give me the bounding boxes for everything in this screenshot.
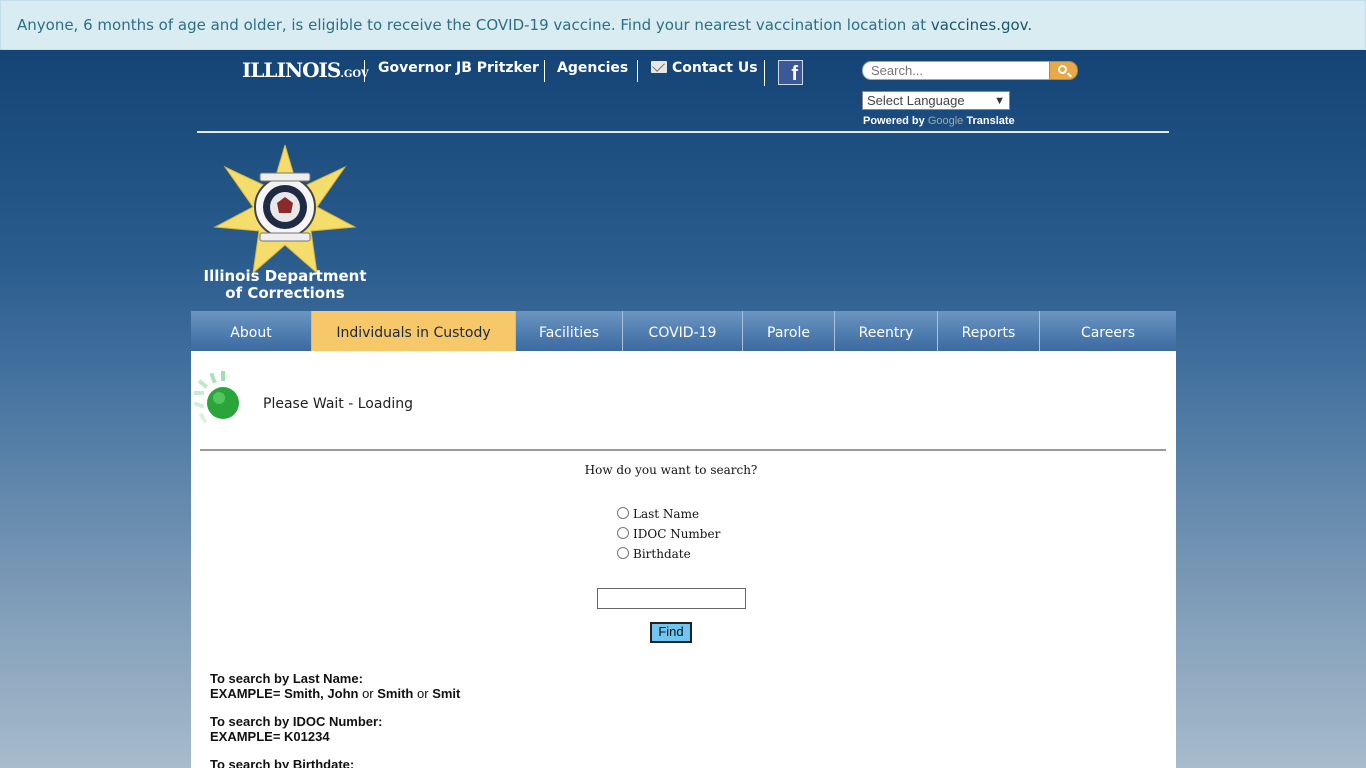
mail-icon bbox=[651, 61, 667, 73]
nav-facilities[interactable]: Facilities▼ bbox=[516, 311, 623, 361]
help-last-name: To search by Last Name: EXAMPLE= Smith, … bbox=[210, 671, 461, 701]
powered-by-google-translate: Powered by Google Translate bbox=[863, 115, 1015, 127]
alert-text: Anyone, 6 months of age and older, is el… bbox=[17, 16, 927, 34]
facebook-icon[interactable]: f bbox=[778, 60, 803, 85]
illinois-gov-logo[interactable]: ILLINOIS.GOV bbox=[242, 58, 369, 82]
nav-parole[interactable]: Parole▼ bbox=[743, 311, 835, 361]
vaccines-gov-link[interactable]: vaccines.gov. bbox=[931, 16, 1032, 34]
governor-link[interactable]: Governor JB Pritzker bbox=[378, 60, 539, 76]
search-question: How do you want to search? bbox=[584, 463, 758, 477]
nav-careers[interactable]: Careers▼ bbox=[1040, 311, 1176, 361]
language-select[interactable]: Select Language ▼ bbox=[862, 91, 1010, 110]
state-header: ILLINOIS.GOV Governor JB Pritzker Agenci… bbox=[190, 50, 1176, 134]
loading-status-text: Please Wait - Loading bbox=[263, 396, 413, 412]
google-logo-text: Google bbox=[927, 115, 964, 127]
agencies-link[interactable]: Agencies bbox=[557, 60, 628, 76]
search-button[interactable] bbox=[1049, 61, 1078, 80]
help-birthdate: To search by Birthdate: bbox=[210, 757, 355, 768]
loading-spinner-icon bbox=[193, 371, 239, 424]
search-icon bbox=[1058, 65, 1067, 74]
find-button[interactable]: Find bbox=[650, 622, 692, 643]
radio-button[interactable] bbox=[617, 507, 629, 519]
search-term-input[interactable] bbox=[597, 588, 746, 609]
nav-about[interactable]: About▼ bbox=[191, 311, 312, 361]
contact-label: Contact Us bbox=[672, 60, 758, 76]
radio-birthdate[interactable]: Birthdate bbox=[617, 546, 691, 561]
radio-idoc-number[interactable]: IDOC Number bbox=[617, 526, 720, 541]
vaccine-alert-banner: Anyone, 6 months of age and older, is el… bbox=[0, 0, 1366, 50]
header-divider bbox=[197, 131, 1169, 133]
nav-covid-19[interactable]: COVID-19▼ bbox=[623, 311, 743, 361]
nav-individuals-in-custody[interactable]: Individuals in Custody▼ bbox=[312, 311, 516, 361]
inmate-search-panel: Please Wait - Loading How do you want to… bbox=[191, 351, 1176, 768]
main-navigation: About▼ Individuals in Custody▼ Facilitie… bbox=[191, 311, 1176, 361]
divider bbox=[764, 60, 765, 86]
contact-us-link[interactable]: Contact Us bbox=[651, 60, 758, 76]
chevron-down-icon: ▼ bbox=[994, 95, 1005, 107]
radio-button[interactable] bbox=[617, 527, 629, 539]
nav-reentry[interactable]: Reentry▼ bbox=[835, 311, 938, 361]
divider bbox=[637, 60, 638, 82]
radio-button[interactable] bbox=[617, 547, 629, 559]
agency-title: Illinois Department of Corrections bbox=[203, 267, 367, 302]
divider bbox=[544, 60, 545, 82]
search-input[interactable]: Search... bbox=[862, 61, 1050, 80]
nav-reports[interactable]: Reports▼ bbox=[938, 311, 1040, 361]
radio-last-name[interactable]: Last Name bbox=[617, 506, 699, 521]
help-idoc-number: To search by IDOC Number: EXAMPLE= K0123… bbox=[210, 714, 383, 744]
divider bbox=[200, 449, 1166, 451]
divider bbox=[364, 60, 365, 82]
